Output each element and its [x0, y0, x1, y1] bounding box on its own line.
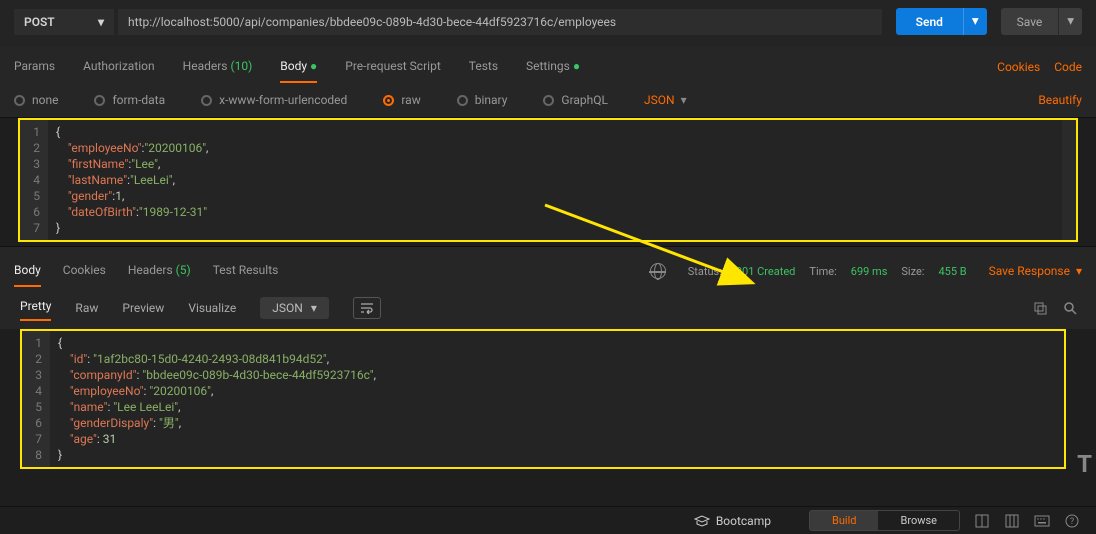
- browse-tab[interactable]: Browse: [878, 511, 959, 530]
- beautify-link[interactable]: Beautify: [1038, 93, 1082, 107]
- scrollbar[interactable]: [1062, 120, 1076, 240]
- body-type-urlencoded[interactable]: x-www-form-urlencoded: [201, 93, 347, 107]
- tab-prerequest[interactable]: Pre-request Script: [345, 51, 440, 83]
- view-raw[interactable]: Raw: [75, 297, 98, 319]
- save-dropdown[interactable]: ▾: [1058, 8, 1082, 35]
- view-preview[interactable]: Preview: [122, 297, 164, 319]
- tab-params[interactable]: Params: [14, 51, 55, 83]
- tab-headers[interactable]: Headers (10): [183, 51, 253, 83]
- cookies-link[interactable]: Cookies: [997, 60, 1040, 74]
- chevron-down-icon: ▾: [98, 15, 104, 29]
- body-type-formdata[interactable]: form-data: [94, 93, 165, 107]
- view-pretty[interactable]: Pretty: [20, 295, 51, 321]
- tab-tests[interactable]: Tests: [469, 51, 498, 83]
- tab-settings[interactable]: Settings ●: [526, 51, 580, 83]
- send-dropdown[interactable]: ▾: [963, 8, 987, 35]
- response-tab-tests[interactable]: Test Results: [213, 255, 279, 287]
- request-body-code[interactable]: { "employeeNo":"20200106", "firstName":"…: [48, 120, 216, 240]
- response-tab-body[interactable]: Body: [14, 255, 41, 287]
- build-tab[interactable]: Build: [810, 511, 878, 530]
- tab-body[interactable]: Body ●: [280, 51, 317, 83]
- url-input[interactable]: [118, 9, 882, 35]
- tab-authorization[interactable]: Authorization: [83, 51, 155, 83]
- globe-icon[interactable]: [650, 263, 666, 279]
- view-visualize[interactable]: Visualize: [188, 297, 236, 319]
- line-gutter: 12345678: [22, 331, 50, 467]
- line-gutter: 1234567: [20, 120, 48, 240]
- request-body-editor[interactable]: 1234567 { "employeeNo":"20200106", "firs…: [18, 118, 1078, 242]
- help-icon[interactable]: ?: [1064, 513, 1080, 529]
- chevron-down-icon: ▾: [311, 301, 317, 315]
- raw-format-select[interactable]: JSON ▾: [644, 93, 687, 107]
- body-type-binary[interactable]: binary: [457, 93, 508, 107]
- http-method-value: POST: [24, 15, 55, 29]
- response-status: Status:201 Created Time:699 ms Size:455 …: [688, 265, 967, 278]
- keyboard-icon[interactable]: [1034, 513, 1050, 529]
- modified-dot-icon: ●: [573, 59, 580, 73]
- response-tab-headers[interactable]: Headers (5): [128, 255, 191, 287]
- response-tab-cookies[interactable]: Cookies: [63, 255, 106, 287]
- body-type-graphql[interactable]: GraphQL: [543, 93, 608, 107]
- body-type-none[interactable]: none: [14, 93, 58, 107]
- two-pane-icon[interactable]: [974, 513, 990, 529]
- text-marker: T: [1077, 450, 1096, 478]
- graduation-cap-icon: [694, 515, 710, 527]
- body-type-raw[interactable]: raw: [383, 93, 420, 107]
- svg-text:?: ?: [1070, 517, 1074, 527]
- word-wrap-toggle[interactable]: [353, 297, 381, 319]
- modified-dot-icon: ●: [310, 59, 317, 73]
- http-method-select[interactable]: POST ▾: [14, 9, 114, 35]
- bootcamp-link[interactable]: Bootcamp: [694, 514, 771, 528]
- build-browse-toggle[interactable]: Build Browse: [809, 510, 960, 531]
- send-button[interactable]: Send: [896, 8, 963, 35]
- save-button[interactable]: Save: [1001, 8, 1059, 35]
- search-icon[interactable]: [1062, 300, 1078, 316]
- chevron-down-icon: ▾: [1076, 264, 1082, 278]
- response-body-code: { "id": "1af2bc80-15d0-4240-2493-08d841b…: [50, 331, 384, 467]
- chevron-down-icon: ▾: [681, 93, 687, 107]
- save-response-button[interactable]: Save Response ▾: [989, 264, 1082, 278]
- code-link[interactable]: Code: [1054, 60, 1082, 74]
- panels-icon[interactable]: [1004, 513, 1020, 529]
- response-format-select[interactable]: JSON ▾: [260, 297, 329, 319]
- response-body-viewer[interactable]: 12345678 { "id": "1af2bc80-15d0-4240-249…: [20, 329, 1066, 469]
- copy-icon[interactable]: [1032, 300, 1048, 316]
